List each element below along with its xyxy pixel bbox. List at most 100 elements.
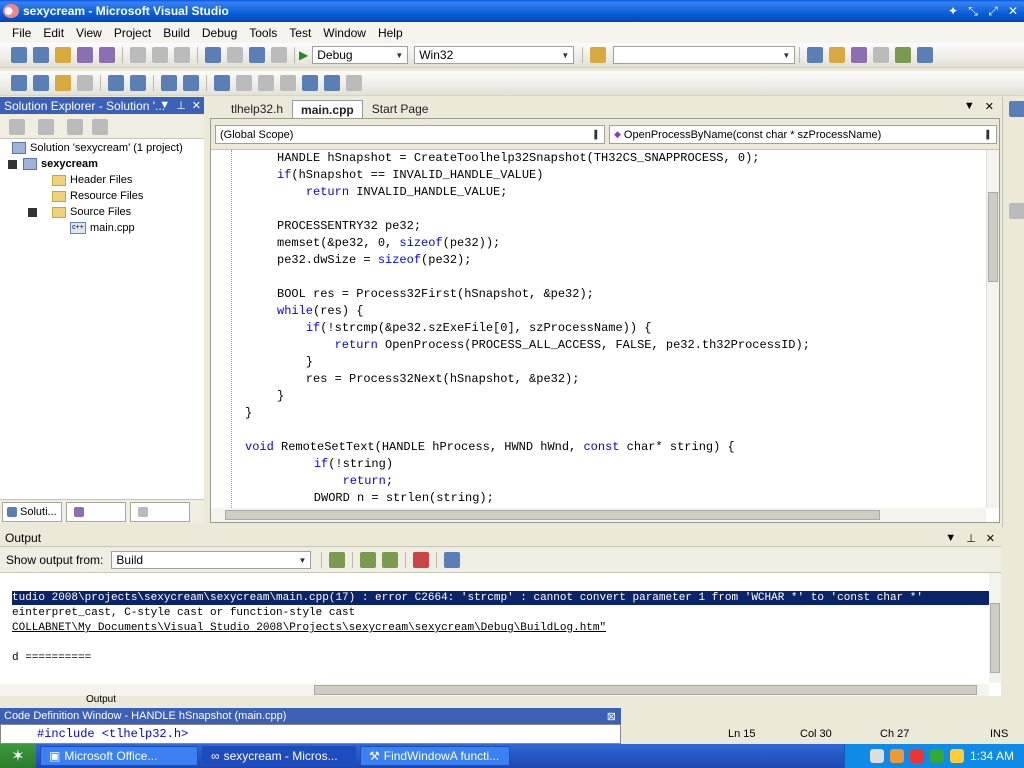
undo-icon[interactable] xyxy=(205,47,221,63)
tree-folder-source-files[interactable]: Source Files xyxy=(28,206,131,218)
keyboard-icon[interactable] xyxy=(869,749,884,763)
previous-message-icon[interactable] xyxy=(360,552,377,568)
add-item-icon[interactable] xyxy=(33,47,49,63)
output-source-select[interactable]: Build ▼ xyxy=(111,551,312,569)
menu-debug[interactable]: Debug xyxy=(196,26,243,40)
find-in-files-icon[interactable] xyxy=(590,47,607,63)
new-project-icon[interactable] xyxy=(11,47,27,63)
editor-vertical-scrollbar[interactable] xyxy=(986,150,999,508)
copy-icon[interactable] xyxy=(152,47,168,63)
next-bookmark-icon[interactable] xyxy=(258,75,274,91)
editor-horizontal-scrollbar[interactable] xyxy=(211,508,986,522)
tab-main-cpp[interactable]: main.cpp xyxy=(292,100,363,118)
menu-build[interactable]: Build xyxy=(157,26,196,40)
tree-folder-header-files[interactable]: Header Files xyxy=(52,174,132,186)
menu-file[interactable]: File xyxy=(6,26,37,40)
show-all-files-icon[interactable] xyxy=(38,118,54,135)
object-browser-icon[interactable] xyxy=(851,47,868,63)
increase-indent-icon[interactable] xyxy=(130,75,146,91)
find-message-in-code-icon[interactable] xyxy=(329,552,346,568)
output-line[interactable]: COLLABNET\My Documents\Visual Studio 200… xyxy=(12,621,606,635)
code-area[interactable]: HANDLE hSnapshot = CreateToolhelp32Snaps… xyxy=(211,150,986,508)
open-icon[interactable] xyxy=(55,47,71,63)
server-explorer-icon[interactable] xyxy=(1009,101,1024,117)
previous-bookmark-icon[interactable] xyxy=(236,75,252,91)
toolbox-icon[interactable] xyxy=(873,47,890,63)
collapse-icon[interactable] xyxy=(8,159,17,169)
tree-file-main-cpp[interactable]: c++ main.cpp xyxy=(70,222,135,234)
scope-select[interactable]: (Global Scope) ▌ xyxy=(215,125,605,144)
tree-solution[interactable]: Solution 'sexycream' (1 project) xyxy=(12,142,183,154)
output-line[interactable]: einterpret_cast, C-style cast or functio… xyxy=(12,606,355,620)
task-office[interactable]: ▣ Microsoft Office... xyxy=(40,746,198,766)
task-visual-studio[interactable]: ∞ sexycream - Micros... xyxy=(202,746,356,766)
menu-help[interactable]: Help xyxy=(372,26,409,40)
tab-tlhelp32-h[interactable]: tlhelp32.h xyxy=(222,100,292,118)
paste-icon[interactable] xyxy=(174,47,190,63)
security-shield-icon[interactable] xyxy=(909,749,924,763)
class-diagram-icon[interactable] xyxy=(92,118,108,135)
start-button[interactable]: ✶ xyxy=(0,744,36,768)
comment-lines-icon[interactable] xyxy=(161,75,177,91)
cut-icon[interactable] xyxy=(130,47,146,63)
dropdown-icon[interactable]: ▼ xyxy=(945,532,956,545)
properties-icon[interactable] xyxy=(9,118,25,135)
tab-start-page[interactable]: Start Page xyxy=(363,100,438,118)
menu-tools[interactable]: Tools xyxy=(243,26,283,40)
navigate-backward-icon[interactable] xyxy=(249,47,265,63)
tab-output[interactable]: Output xyxy=(86,694,116,705)
display-parameter-info-icon[interactable] xyxy=(33,75,49,91)
output-pane[interactable]: tudio 2008\projects\sexycream\sexycream\… xyxy=(0,572,1001,696)
display-object-member-list-icon[interactable] xyxy=(11,75,27,91)
uncomment-lines-icon[interactable] xyxy=(183,75,199,91)
clear-all-icon[interactable] xyxy=(413,552,430,568)
dropdown-icon[interactable]: ▼ xyxy=(159,99,170,112)
refresh-icon[interactable] xyxy=(67,118,83,135)
tab-property-manager[interactable] xyxy=(129,501,190,522)
previous-bookmark-folder-icon[interactable] xyxy=(280,75,296,91)
properties-icon[interactable] xyxy=(829,47,846,63)
member-select[interactable]: ◆ OpenProcessByName(const char * szProce… xyxy=(609,125,997,144)
toggle-bookmark-icon[interactable] xyxy=(214,75,230,91)
menu-project[interactable]: Project xyxy=(108,26,157,40)
command-window-icon[interactable] xyxy=(917,47,934,63)
tab-class-view[interactable] xyxy=(65,501,126,522)
menu-edit[interactable]: Edit xyxy=(37,26,70,40)
configuration-select[interactable]: Debug ▼ xyxy=(312,46,409,64)
code-definition-pane[interactable]: #include <tlhelp32.h> xyxy=(0,724,621,744)
solution-explorer-icon[interactable] xyxy=(807,47,824,63)
menu-view[interactable]: View xyxy=(70,26,108,40)
minimize-button[interactable]: ⤡ xyxy=(964,2,982,20)
close-icon[interactable]: ⊠ xyxy=(607,710,616,723)
pin-icon[interactable]: ⊥ xyxy=(966,532,976,545)
display-word-completion-icon[interactable] xyxy=(77,75,93,91)
save-all-icon[interactable] xyxy=(99,47,115,63)
output-line[interactable]: d ========== xyxy=(12,651,91,665)
previous-bookmark-doc-icon[interactable] xyxy=(324,75,340,91)
navigate-forward-icon[interactable] xyxy=(271,47,287,63)
close-icon[interactable]: ✕ xyxy=(986,532,995,545)
display-quick-info-icon[interactable] xyxy=(55,75,71,91)
output-line[interactable]: tudio 2008\projects\sexycream\sexycream\… xyxy=(12,591,990,605)
next-message-icon[interactable] xyxy=(382,552,399,568)
start-page-icon[interactable] xyxy=(895,47,912,63)
close-document-icon[interactable]: ✕ xyxy=(985,100,994,113)
restore-button[interactable]: ⤢ xyxy=(984,2,1002,20)
volume-icon[interactable] xyxy=(929,749,944,763)
clear-bookmarks-icon[interactable] xyxy=(346,75,362,91)
search-icon[interactable] xyxy=(949,749,964,763)
pin-icon[interactable]: ⊥ xyxy=(176,99,186,112)
toggle-word-wrap-icon[interactable] xyxy=(444,552,461,568)
tree-project[interactable]: sexycream xyxy=(8,158,98,170)
save-icon[interactable] xyxy=(77,47,93,63)
platform-select[interactable]: Win32 ▼ xyxy=(414,46,575,64)
collapse-icon[interactable] xyxy=(28,207,37,217)
menu-window[interactable]: Window xyxy=(317,26,372,40)
next-bookmark-folder-icon[interactable] xyxy=(302,75,318,91)
output-vertical-scrollbar[interactable] xyxy=(989,573,1001,683)
menu-test[interactable]: Test xyxy=(283,26,317,40)
active-files-icon[interactable]: ▼ xyxy=(964,100,975,113)
close-button[interactable]: ✕ xyxy=(1004,2,1022,20)
decrease-indent-icon[interactable] xyxy=(108,75,124,91)
task-browser[interactable]: ⚒ FindWindowA functi... xyxy=(360,746,510,766)
